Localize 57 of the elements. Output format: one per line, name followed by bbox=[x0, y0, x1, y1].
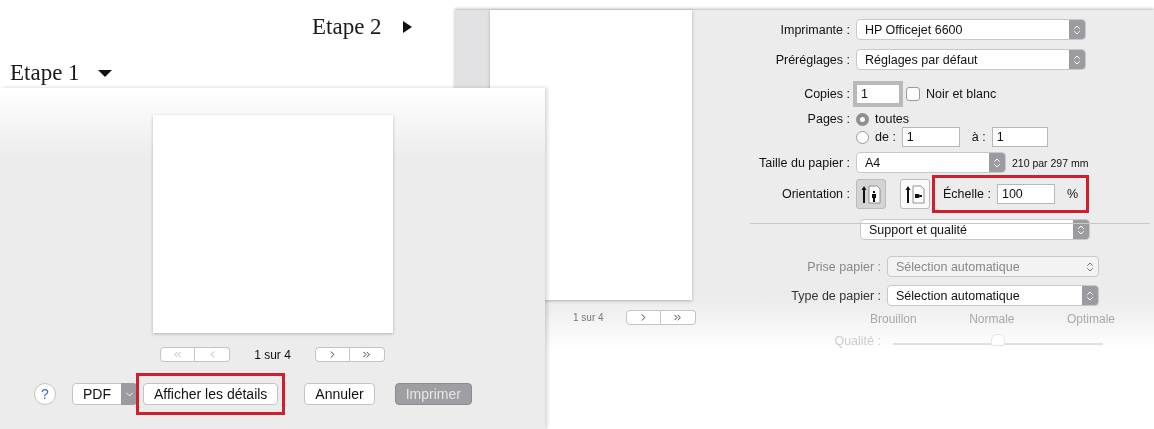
step-label: Etape 2 bbox=[312, 14, 382, 40]
radio-button[interactable] bbox=[856, 130, 869, 144]
field-label: Copies : bbox=[803, 87, 850, 101]
quality-tick-label: Normale bbox=[969, 312, 1015, 326]
field-label: Imprimante : bbox=[779, 22, 850, 37]
checkbox-label: Noir et blanc bbox=[926, 87, 997, 101]
dialog-button[interactable]: Afficher les détails bbox=[143, 383, 279, 405]
radio-label: de : bbox=[875, 130, 896, 144]
radio-button[interactable] bbox=[856, 112, 869, 126]
scale-field[interactable]: 100 bbox=[996, 184, 1055, 204]
landscape-page-icon bbox=[904, 183, 926, 205]
page-counter: 1 sur 4 bbox=[573, 312, 604, 323]
to-label: à : bbox=[971, 130, 986, 144]
field-label: Taille du papier : bbox=[757, 155, 850, 170]
select-field[interactable]: Réglages par défaut bbox=[856, 49, 1086, 70]
next-page-button[interactable] bbox=[314, 347, 350, 362]
last-page-button[interactable] bbox=[660, 310, 696, 325]
updown-icon bbox=[1084, 289, 1096, 302]
updown-icon bbox=[1075, 223, 1087, 236]
updown-icon bbox=[1071, 23, 1083, 36]
to-field[interactable]: 1 bbox=[991, 127, 1048, 147]
field-label: Orientation : bbox=[780, 187, 850, 201]
first-page-button[interactable] bbox=[160, 347, 196, 362]
field-label: Préréglages : bbox=[774, 52, 850, 67]
select-field[interactable]: HP Officejet 6600 bbox=[856, 19, 1086, 40]
percent-label: % bbox=[1066, 187, 1079, 201]
checkbox[interactable] bbox=[906, 87, 920, 101]
from-field[interactable]: 1 bbox=[901, 127, 960, 147]
page-counter: 1 sur 4 bbox=[254, 347, 291, 362]
orientation-button[interactable] bbox=[900, 179, 930, 209]
step-label: Etape 1 bbox=[10, 60, 80, 86]
help-button[interactable]: ? bbox=[34, 383, 56, 405]
field-label: Type de papier : bbox=[790, 288, 881, 303]
scale-label: Échelle : bbox=[943, 187, 991, 201]
dialog-button[interactable]: Annuler bbox=[304, 383, 375, 405]
updown-icon bbox=[991, 156, 1003, 169]
portrait-page-icon bbox=[860, 183, 882, 205]
quality-tick-label: Brouillon bbox=[870, 312, 917, 326]
double-chevron-right-icon bbox=[361, 349, 373, 360]
paper-size-note: 210 par 297 mm bbox=[1012, 156, 1089, 169]
radio-label: toutes bbox=[875, 112, 910, 126]
copies-field[interactable]: 1 bbox=[856, 84, 900, 104]
section-select[interactable]: Support et qualité bbox=[860, 219, 1090, 240]
pdf-menu-button[interactable]: PDF bbox=[72, 383, 137, 405]
quality-tick-label: Optimale bbox=[1066, 312, 1115, 326]
select-field[interactable]: A4 bbox=[856, 152, 1006, 173]
next-page-button[interactable] bbox=[625, 310, 661, 325]
double-chevron-left-icon bbox=[172, 349, 184, 360]
orientation-button[interactable] bbox=[856, 179, 886, 209]
field-label: Pages : bbox=[806, 112, 850, 126]
updown-icon bbox=[1084, 260, 1096, 273]
double-chevron-right-icon bbox=[672, 312, 684, 323]
field-label: Prise papier : bbox=[806, 259, 881, 274]
last-page-button[interactable] bbox=[349, 347, 385, 362]
updown-icon bbox=[1071, 53, 1083, 66]
previous-page-button[interactable] bbox=[195, 347, 231, 362]
select-field[interactable]: Sélection automatique bbox=[887, 285, 1099, 306]
